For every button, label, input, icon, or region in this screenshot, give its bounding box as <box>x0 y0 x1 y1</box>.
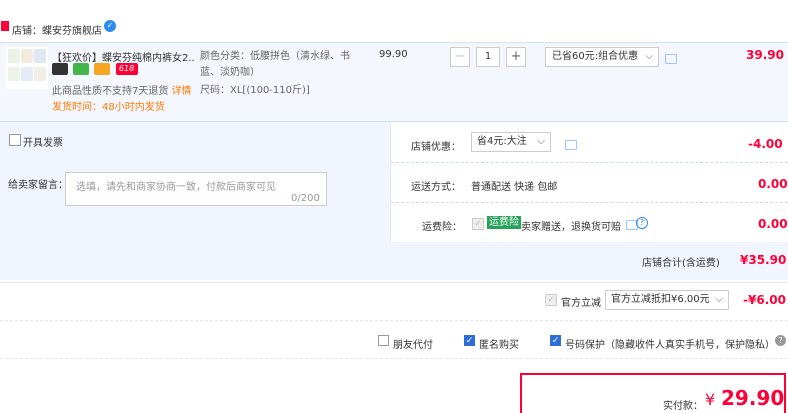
shop-promo-select[interactable]: 省4元:大注 ⌵ <box>471 132 551 152</box>
official-discount-select[interactable]: 官方立减抵扣¥6.00元 ⌵ <box>605 290 729 310</box>
cat-icon <box>73 63 90 75</box>
tmall-icon <box>52 63 68 75</box>
shop-promo-label: 店铺优惠： <box>411 142 461 153</box>
shop-total-value: ¥35.90 <box>740 253 787 267</box>
insurance-checkbox: ✓ <box>472 218 484 230</box>
insurance-text: 卖家赠送，退换货可赔 <box>521 222 621 233</box>
product-tags: 618 <box>52 63 140 77</box>
verified-icon: ✓ <box>104 20 116 32</box>
divider <box>391 162 788 163</box>
delivery-method: 普通配送 快递 包邮 <box>471 182 558 193</box>
insurance-label: 运费险： <box>422 222 462 233</box>
spec-size: 尺码：XL[(100-110斤)] <box>200 85 310 96</box>
divider <box>0 320 788 321</box>
official-discount-checkbox: ✓ <box>545 294 557 306</box>
anonymous-checkbox[interactable]: ✓ <box>464 335 475 346</box>
official-discount-value: 官方立减抵扣¥6.00元 <box>611 294 710 305</box>
divider <box>0 282 788 283</box>
divider <box>0 358 788 359</box>
ship-time: 发货时间：48小时内发货 <box>52 102 165 113</box>
qty-plus-button[interactable]: + <box>506 47 526 67</box>
spec-color: 颜色分类：低腰拼色（清水绿、书蓝、淡奶咖） <box>200 51 350 78</box>
official-discount-label: 官方立减 <box>561 298 601 309</box>
qty-input[interactable]: 1 <box>476 47 500 67</box>
delivery-price: 0.00 <box>758 177 788 191</box>
chevron-down-icon: ⌵ <box>715 294 723 305</box>
payment-label: 实付款： <box>663 401 703 412</box>
message-char-count: 0/200 <box>291 193 320 204</box>
chevron-down-icon: ⌵ <box>645 51 653 62</box>
privacy-label[interactable]: 号码保护（隐藏收件人真实手机号，保护隐私） <box>565 336 775 351</box>
card-icon <box>94 63 111 75</box>
details-link[interactable]: 详情 <box>172 86 192 97</box>
message-label: 给卖家留言： <box>8 180 68 191</box>
promo-select[interactable]: 已省60元:组合优惠 ⌵ <box>545 47 659 67</box>
insurance-badge: 运费险 <box>487 216 521 229</box>
delivery-label: 运送方式： <box>411 182 461 193</box>
shop-promo-amount: -4.00 <box>748 137 783 151</box>
store-name[interactable]: 店铺：蝶安芬旗舰店 <box>12 22 102 37</box>
qty-minus-button[interactable]: − <box>450 47 470 67</box>
help-icon[interactable]: ? <box>636 217 648 229</box>
unit-price: 99.90 <box>379 49 408 60</box>
shop-promo-value: 省4元:大注 <box>477 136 527 147</box>
shop-total-label: 店铺合计(含运费) <box>642 258 720 269</box>
official-discount-amount: -¥6.00 <box>743 293 786 307</box>
quantity-stepper: − 1 + <box>450 47 526 67</box>
product-title[interactable]: 【狂欢价】蝶安芬纯棉内裤女2... <box>52 49 194 64</box>
privacy-checkbox[interactable]: ✓ <box>550 335 561 346</box>
insurance-price: 0.00 <box>758 217 788 231</box>
friend-pay-label[interactable]: 朋友代付 <box>393 336 433 351</box>
item-subtotal: 39.90 <box>746 48 784 62</box>
message-icon[interactable] <box>565 140 577 150</box>
help-icon[interactable]: ? <box>775 335 786 346</box>
currency-symbol: ¥ <box>705 390 716 409</box>
product-thumbnail[interactable] <box>6 47 48 89</box>
message-placeholder: 选填，请先和商家协商一致，付款后商家可见 <box>76 182 276 193</box>
promo-select-value: 已省60元:组合优惠 <box>552 51 639 62</box>
friend-pay-checkbox[interactable] <box>378 335 389 346</box>
message-icon[interactable] <box>665 54 677 64</box>
618-icon: 618 <box>115 63 138 75</box>
chevron-down-icon: ⌵ <box>537 136 545 147</box>
store-icon <box>1 21 9 31</box>
return-notice-text: 此商品性质不支持7天退货 <box>52 86 169 97</box>
anonymous-label[interactable]: 匿名购买 <box>479 336 519 351</box>
divider <box>391 202 788 203</box>
invoice-checkbox[interactable] <box>9 134 21 146</box>
payment-total: 29.90 <box>721 386 785 410</box>
invoice-label[interactable]: 开具发票 <box>23 134 63 149</box>
return-notice: 此商品性质不支持7天退货 详情 <box>52 82 192 97</box>
